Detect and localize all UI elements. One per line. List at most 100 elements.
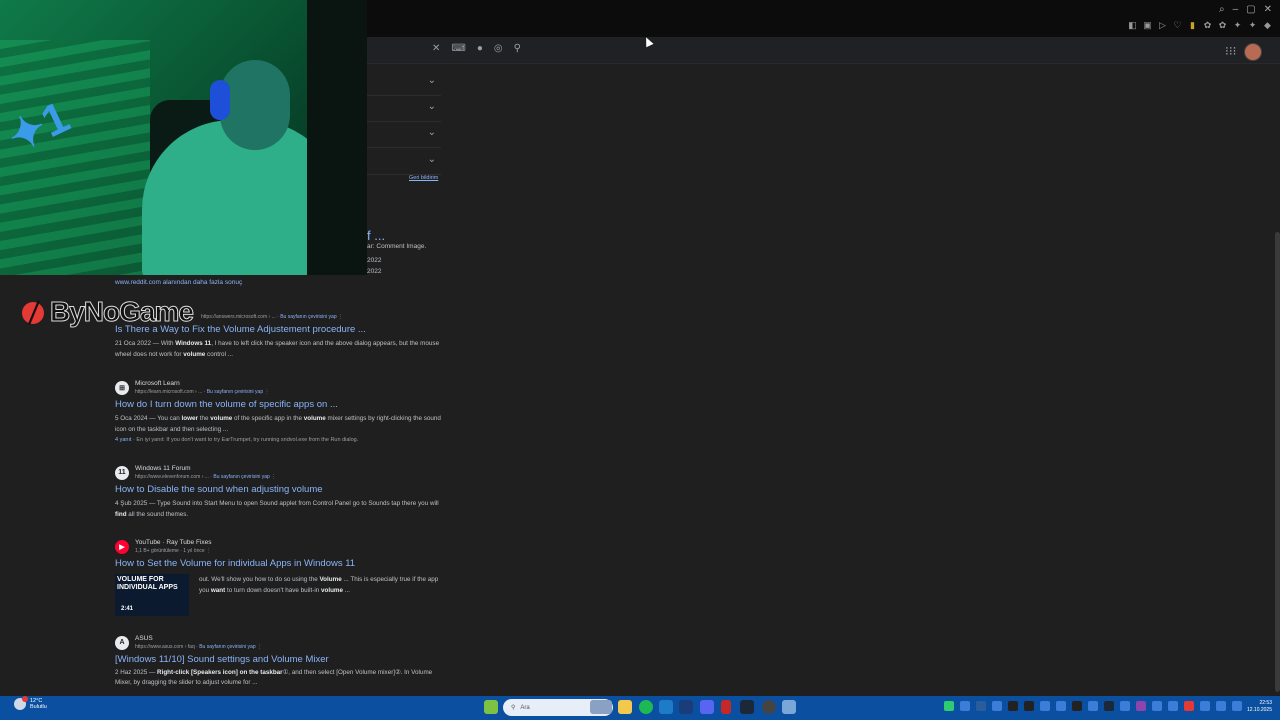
tray-icon[interactable] <box>1200 701 1210 711</box>
search-result: A ASUS https://www.asus.com › faq · Bu s… <box>115 634 445 688</box>
search-icon[interactable]: ⚲ <box>514 43 521 54</box>
feedback-link[interactable]: Geri bildirim <box>409 175 438 181</box>
related-question-row[interactable]: ⌄ <box>367 148 441 175</box>
search-icon: ⚲ <box>511 705 516 711</box>
keyboard-icon[interactable]: ⌨ <box>451 43 465 54</box>
search-result: https://answers.microsoft.com › ... · Bu… <box>115 313 445 360</box>
chevron-down-icon: ⌄ <box>427 127 436 138</box>
result-title[interactable]: How to Set the Volume for individual App… <box>115 558 445 570</box>
tray-icon[interactable] <box>1104 701 1114 711</box>
result-title[interactable]: How to Disable the sound when adjusting … <box>115 484 445 496</box>
tray-icon[interactable] <box>1024 701 1034 711</box>
tray-icon[interactable] <box>1136 701 1146 711</box>
cloud-icon <box>14 696 28 710</box>
youtube-favicon-icon: ▶ <box>115 539 129 554</box>
video-duration: 2:41 <box>121 606 134 612</box>
tray-icon[interactable] <box>944 701 954 711</box>
volume-icon[interactable] <box>1216 701 1226 711</box>
result-snippet: out. We'll show you how to do so using t… <box>199 576 439 594</box>
thumbnail-text: VOLUME FOR INDIVIDUAL APPS <box>117 576 178 591</box>
translate-link[interactable]: Bu sayfanın çevirisini yap <box>207 389 263 395</box>
microphone-icon[interactable]: ● <box>477 43 483 54</box>
related-question-row[interactable]: ⌄ <box>367 95 441 122</box>
chevron-down-icon: ⌄ <box>427 75 436 86</box>
webcam-overlay: ✦1 <box>0 0 367 275</box>
result-snippet-peek: ar: Comment Image. <box>367 243 427 250</box>
bookmark-icon[interactable]: ◧ <box>1128 20 1137 30</box>
result-source: YouTube · Ray Tube Fixes <box>135 539 212 546</box>
maximize-icon[interactable]: ▢ <box>1246 4 1255 15</box>
result-snippet: 5 Oca 2024 — You can lower the volume of… <box>115 415 441 433</box>
tray-icon[interactable] <box>1008 701 1018 711</box>
lens-icon[interactable]: ◎ <box>494 43 503 54</box>
tray-icon[interactable] <box>1168 701 1178 711</box>
microsoft-favicon-icon: ⊞ <box>115 380 129 395</box>
clock-time: 22:53 <box>1259 700 1272 706</box>
video-thumbnail[interactable]: VOLUME FOR INDIVIDUAL APPS 2:41 <box>115 574 189 616</box>
page-scrollbar[interactable] <box>1275 232 1280 692</box>
app-icon[interactable] <box>659 700 673 714</box>
clear-search-icon[interactable]: ✕ <box>432 43 440 54</box>
discord-icon[interactable] <box>700 700 714 714</box>
extension-icon[interactable]: ✦ <box>1233 20 1242 30</box>
start-icon[interactable] <box>484 700 498 714</box>
asus-favicon-icon: A <box>115 635 129 650</box>
related-question-row[interactable]: ⌄ <box>367 69 441 96</box>
search-highlight-icon[interactable] <box>590 700 612 714</box>
result-snippet-peek: 2022 <box>367 257 382 264</box>
avatar[interactable] <box>1244 43 1262 61</box>
extension-icon[interactable]: ▮ <box>1188 20 1197 30</box>
network-icon[interactable] <box>1232 701 1242 711</box>
result-answers: 4 yanıt · En iyi yanıt: If you don't wan… <box>115 437 359 443</box>
more-results-link[interactable]: www.reddit.com alanından daha fazla sonu… <box>115 279 242 286</box>
result-url: https://www.elevenforum.com › ... <box>135 474 209 480</box>
result-title[interactable]: Is There a Way to Fix the Volume Adjuste… <box>115 324 445 336</box>
tray-icon[interactable] <box>992 701 1002 711</box>
tray-icon[interactable] <box>1120 701 1130 711</box>
tray-icon[interactable] <box>1152 701 1162 711</box>
chevron-down-icon: ⌄ <box>427 154 436 165</box>
spotify-icon[interactable] <box>639 700 653 714</box>
tray-icon[interactable] <box>1056 701 1066 711</box>
tray-icon[interactable] <box>1184 701 1194 711</box>
weather-widget[interactable]: 12°C Bulutlu <box>14 696 47 710</box>
screenshot-icon[interactable]: ▣ <box>1143 20 1152 30</box>
translate-link[interactable]: Bu sayfanın çevirisini yap <box>213 474 269 480</box>
search-tabs-icon[interactable]: ⌕ <box>1219 4 1225 15</box>
close-window-icon[interactable]: ✕ <box>1264 4 1272 15</box>
play-icon[interactable]: ▷ <box>1158 20 1167 30</box>
search-bar-actions: ✕ ⌨ ● ◎ ⚲ <box>432 43 521 54</box>
tray-icon[interactable] <box>976 701 986 711</box>
extension-icon[interactable]: ✿ <box>1218 20 1227 30</box>
extension-icon[interactable]: ✿ <box>1203 20 1212 30</box>
tray-icon[interactable] <box>1040 701 1050 711</box>
file-explorer-icon[interactable] <box>618 700 632 714</box>
apps-grid-icon[interactable]: ⁝⁝⁝ <box>1225 44 1236 58</box>
extension-icon[interactable]: ◆ <box>1263 20 1272 30</box>
tray-icon[interactable] <box>960 701 970 711</box>
app-icon[interactable] <box>721 700 731 714</box>
tray-icon[interactable] <box>1072 701 1082 711</box>
minimize-icon[interactable]: – <box>1233 4 1239 15</box>
weather-desc: Bulutlu <box>30 704 47 710</box>
obs-icon[interactable] <box>762 700 776 714</box>
extension-icon[interactable]: ✦ <box>1248 20 1257 30</box>
tray-icon[interactable] <box>1088 701 1098 711</box>
result-title[interactable]: [Windows 11/10] Sound settings and Volum… <box>115 654 445 666</box>
answers-link[interactable]: 4 yanıt <box>115 437 132 443</box>
heart-icon[interactable]: ♡ <box>1173 20 1182 30</box>
result-snippet: 4 Şub 2025 — Type Sound into Start Menu … <box>115 500 439 518</box>
translate-link[interactable]: Bu sayfanın çevirisini yap <box>199 644 255 650</box>
result-title-peek[interactable]: f ... <box>367 228 385 243</box>
steam-icon[interactable] <box>740 700 754 714</box>
result-title[interactable]: How do I turn down the volume of specifi… <box>115 399 445 411</box>
result-source: Windows 11 Forum <box>135 465 191 472</box>
result-url: https://answers.microsoft.com › ... <box>201 314 276 320</box>
browser-icon[interactable] <box>679 700 693 714</box>
result-snippet: 2 Haz 2025 — Right-click [Speakers icon]… <box>115 669 433 686</box>
app-icon[interactable] <box>782 700 796 714</box>
translate-link[interactable]: Bu sayfanın çevirisini yap <box>280 314 336 320</box>
result-source: Microsoft Learn <box>135 380 180 387</box>
related-question-row[interactable]: ⌄ <box>367 121 441 148</box>
taskbar-clock[interactable]: 22:53 12.10.2025 <box>1247 700 1272 714</box>
